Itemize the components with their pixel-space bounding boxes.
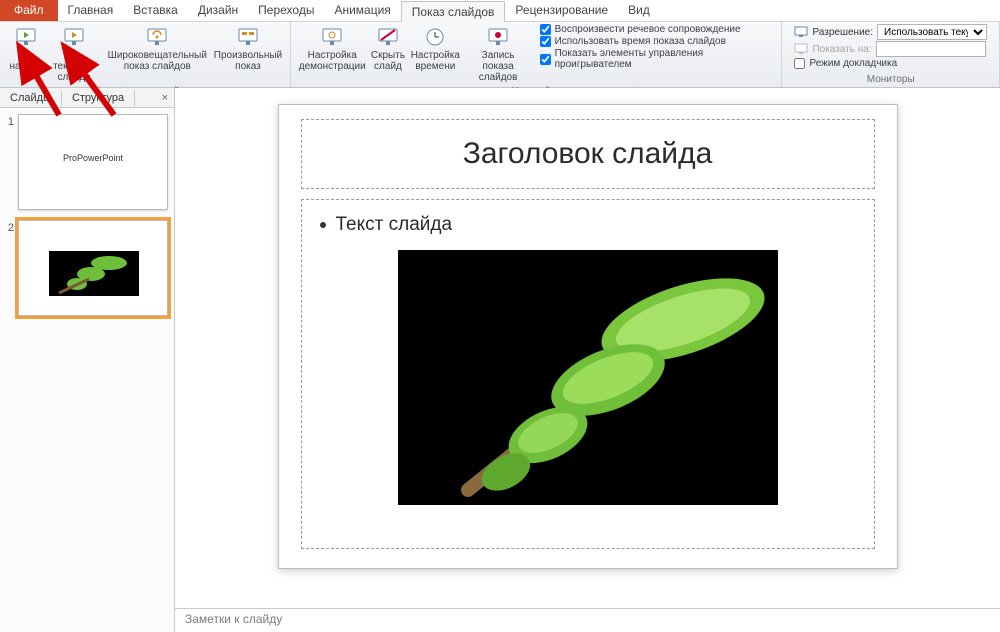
bullet-icon	[320, 222, 326, 228]
show-on-select	[876, 41, 986, 57]
tab-insert[interactable]: Вставка	[123, 0, 188, 21]
chk-controls-label: Показать элементы управления проигрывате…	[555, 48, 770, 70]
hide-slide-icon	[376, 26, 400, 48]
side-tab-slides[interactable]: Слайды	[0, 90, 62, 106]
btn-setup-show[interactable]: Настройка демонстрации	[297, 24, 368, 74]
tab-file[interactable]: Файл	[0, 0, 58, 21]
chk-timings[interactable]: Использовать время показа слайдов	[540, 36, 770, 47]
broadcast-icon	[145, 26, 169, 48]
monitor-small-icon	[794, 43, 808, 55]
slide-panel: Слайды Структура × 1 ProPowerPoint 2	[0, 88, 175, 632]
slide-title-text: Заголовок слайда	[463, 137, 713, 171]
btn-hide-slide[interactable]: Скрыть слайд	[368, 24, 408, 74]
tab-animations[interactable]: Анимация	[324, 0, 400, 21]
thumbnail-list[interactable]: 1 ProPowerPoint 2	[0, 108, 174, 632]
btn-custom-show[interactable]: Произвольный показ	[212, 24, 283, 74]
btn-hide-slide-label: Скрыть слайд	[371, 50, 405, 72]
editor-area: Заголовок слайда Текст слайда	[175, 88, 1000, 632]
monitor-icon	[794, 26, 808, 38]
resolution-row: Разрешение: Использовать текущ…	[794, 24, 987, 40]
btn-from-beginning[interactable]: С начала	[6, 24, 46, 74]
chk-narration-label: Воспроизвести речевое сопровождение	[555, 24, 741, 35]
tab-view[interactable]: Вид	[618, 0, 660, 21]
btn-from-current[interactable]: С текущего слайда	[46, 24, 102, 85]
chk-presenter-box[interactable]	[794, 58, 805, 69]
thumb-number: 2	[4, 220, 14, 316]
menu-tabs: Файл Главная Вставка Дизайн Переходы Ани…	[0, 0, 1000, 22]
ribbon-group-setup: Настройка демонстрации Скрыть слайд Наст…	[291, 22, 783, 87]
btn-setup-show-label: Настройка демонстрации	[299, 50, 366, 72]
btn-from-beginning-label: С начала	[9, 50, 42, 72]
workspace: Слайды Структура × 1 ProPowerPoint 2	[0, 88, 1000, 632]
body-bullet-line: Текст слайда	[320, 214, 856, 236]
title-placeholder[interactable]: Заголовок слайда	[301, 119, 875, 189]
group-monitors-title: Мониторы	[788, 73, 993, 87]
tab-home[interactable]: Главная	[58, 0, 124, 21]
side-close-button[interactable]: ×	[156, 92, 174, 104]
chk-presenter-label: Режим докладчика	[809, 58, 897, 69]
custom-show-icon	[236, 26, 260, 48]
side-tab-outline[interactable]: Структура	[62, 90, 135, 106]
tab-transitions[interactable]: Переходы	[248, 0, 324, 21]
btn-rehearse[interactable]: Настройка времени	[408, 24, 462, 74]
chk-narration[interactable]: Воспроизвести речевое сопровождение	[540, 24, 770, 35]
chk-timings-box[interactable]	[540, 36, 551, 47]
chk-controls[interactable]: Показать элементы управления проигрывате…	[540, 48, 770, 70]
slide-thumbnail-2[interactable]	[18, 220, 168, 316]
resolution-label: Разрешение:	[812, 27, 873, 38]
tab-design[interactable]: Дизайн	[188, 0, 248, 21]
chk-timings-label: Использовать время показа слайдов	[555, 36, 726, 47]
thumb-row-1: 1 ProPowerPoint	[4, 114, 170, 210]
tab-slideshow[interactable]: Показ слайдов	[401, 1, 506, 22]
btn-rehearse-label: Настройка времени	[411, 50, 460, 72]
btn-broadcast[interactable]: Широковещательный показ слайдов	[102, 24, 212, 74]
canvas-scroll[interactable]: Заголовок слайда Текст слайда	[175, 88, 1000, 608]
thumb-number: 1	[4, 114, 14, 210]
show-on-row: Показать на:	[794, 41, 987, 57]
btn-custom-show-label: Произвольный показ	[214, 50, 282, 72]
body-text: Текст слайда	[336, 214, 453, 236]
btn-record[interactable]: Запись показа слайдов	[463, 24, 534, 85]
projector-current-icon	[62, 26, 86, 48]
ribbon-group-monitors: Разрешение: Использовать текущ… Показать…	[782, 22, 1000, 87]
record-icon	[486, 26, 510, 48]
show-on-label: Показать на:	[812, 44, 871, 55]
chk-narration-box[interactable]	[540, 24, 551, 35]
projector-play-icon	[14, 26, 38, 48]
setup-icon	[320, 26, 344, 48]
ribbon-group-start: С начала С текущего слайда Широковещател…	[0, 22, 291, 87]
slide-image[interactable]	[398, 250, 778, 505]
notes-placeholder: Заметки к слайду	[185, 612, 282, 626]
body-placeholder[interactable]: Текст слайда	[301, 199, 875, 549]
thumb2-image	[49, 251, 139, 296]
resolution-select[interactable]: Использовать текущ…	[877, 24, 987, 40]
slide-thumbnail-1[interactable]: ProPowerPoint	[18, 114, 168, 210]
btn-broadcast-label: Широковещательный показ слайдов	[108, 50, 207, 72]
chk-presenter[interactable]: Режим докладчика	[794, 58, 987, 69]
notes-pane[interactable]: Заметки к слайду	[175, 608, 1000, 632]
slide-canvas[interactable]: Заголовок слайда Текст слайда	[278, 104, 898, 569]
setup-checkboxes: Воспроизвести речевое сопровождение Испо…	[534, 24, 776, 70]
chk-controls-box[interactable]	[540, 54, 551, 65]
ribbon: С начала С текущего слайда Широковещател…	[0, 22, 1000, 88]
thumb1-title: ProPowerPoint	[19, 153, 167, 163]
btn-from-current-label: С текущего слайда	[50, 50, 98, 83]
slide-panel-tabs: Слайды Структура ×	[0, 88, 174, 108]
thumb-row-2: 2	[4, 220, 170, 316]
tab-review[interactable]: Рецензирование	[505, 0, 618, 21]
btn-record-label: Запись показа слайдов	[467, 50, 530, 83]
clock-icon	[423, 26, 447, 48]
